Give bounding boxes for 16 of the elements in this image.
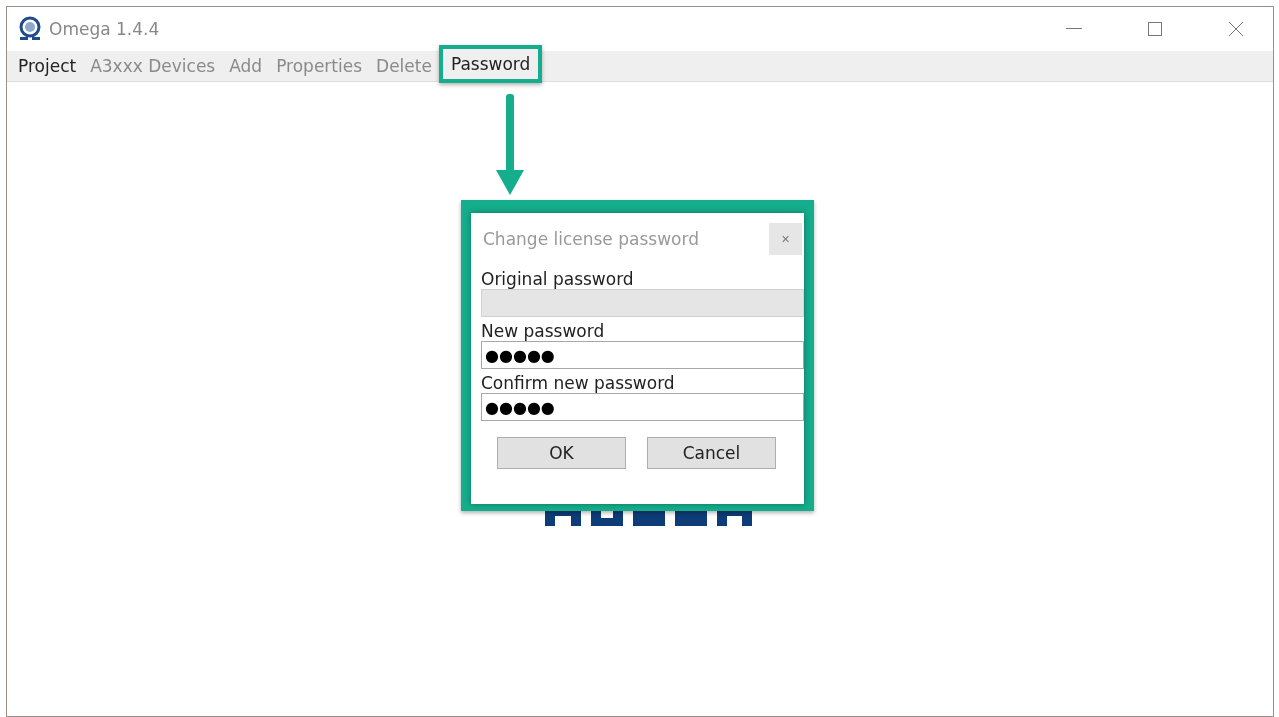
password-field[interactable]: ●●●●●: [481, 393, 804, 421]
field-label: Original password: [481, 269, 635, 289]
field-label: New password: [481, 321, 606, 341]
maximize-icon[interactable]: [1147, 22, 1162, 36]
field-label: Confirm new password: [481, 373, 676, 393]
menu-item[interactable]: Project: [11, 51, 84, 81]
close-icon[interactable]: [1227, 21, 1244, 37]
close-button[interactable]: ×: [769, 223, 802, 255]
dialog-title: Change license password: [483, 229, 699, 249]
ok-button[interactable]: OK: [497, 437, 626, 469]
cancel-button[interactable]: Cancel: [647, 437, 776, 469]
window-title: Omega 1.4.4: [49, 19, 161, 39]
app-logo-icon: [17, 16, 43, 42]
minimize-icon[interactable]: [1065, 28, 1082, 30]
menu-item[interactable]: Password: [443, 49, 538, 79]
password-field[interactable]: ●●●●●: [481, 341, 804, 369]
